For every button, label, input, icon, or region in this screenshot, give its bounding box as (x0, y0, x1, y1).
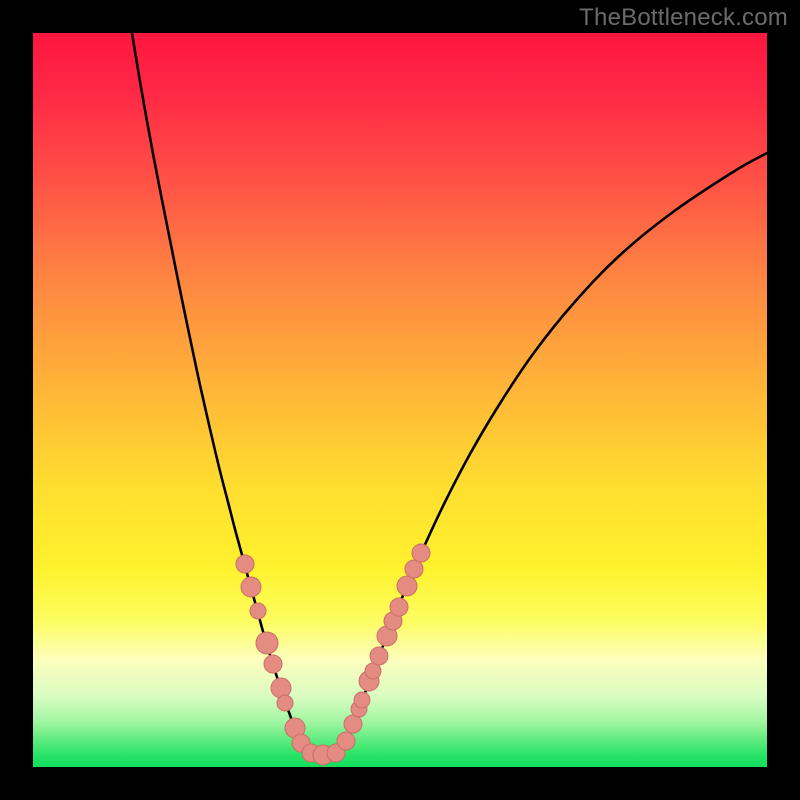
scatter-point (344, 715, 362, 733)
scatter-point (264, 655, 282, 673)
scatter-point (337, 732, 355, 750)
chart-frame: TheBottleneck.com (0, 0, 800, 800)
plot-area (33, 33, 767, 767)
bottleneck-curve (132, 33, 767, 756)
curve-layer (33, 33, 767, 767)
scatter-point (412, 544, 430, 562)
scatter-point (370, 647, 388, 665)
watermark-label: TheBottleneck.com (579, 4, 788, 32)
scatter-markers (236, 544, 430, 765)
scatter-point (256, 632, 278, 654)
scatter-point (397, 576, 417, 596)
scatter-point (390, 598, 408, 616)
scatter-point (236, 555, 254, 573)
scatter-point (354, 692, 370, 708)
scatter-point (271, 678, 291, 698)
scatter-point (241, 577, 261, 597)
scatter-point (250, 603, 266, 619)
scatter-point (405, 560, 423, 578)
scatter-point (277, 695, 293, 711)
